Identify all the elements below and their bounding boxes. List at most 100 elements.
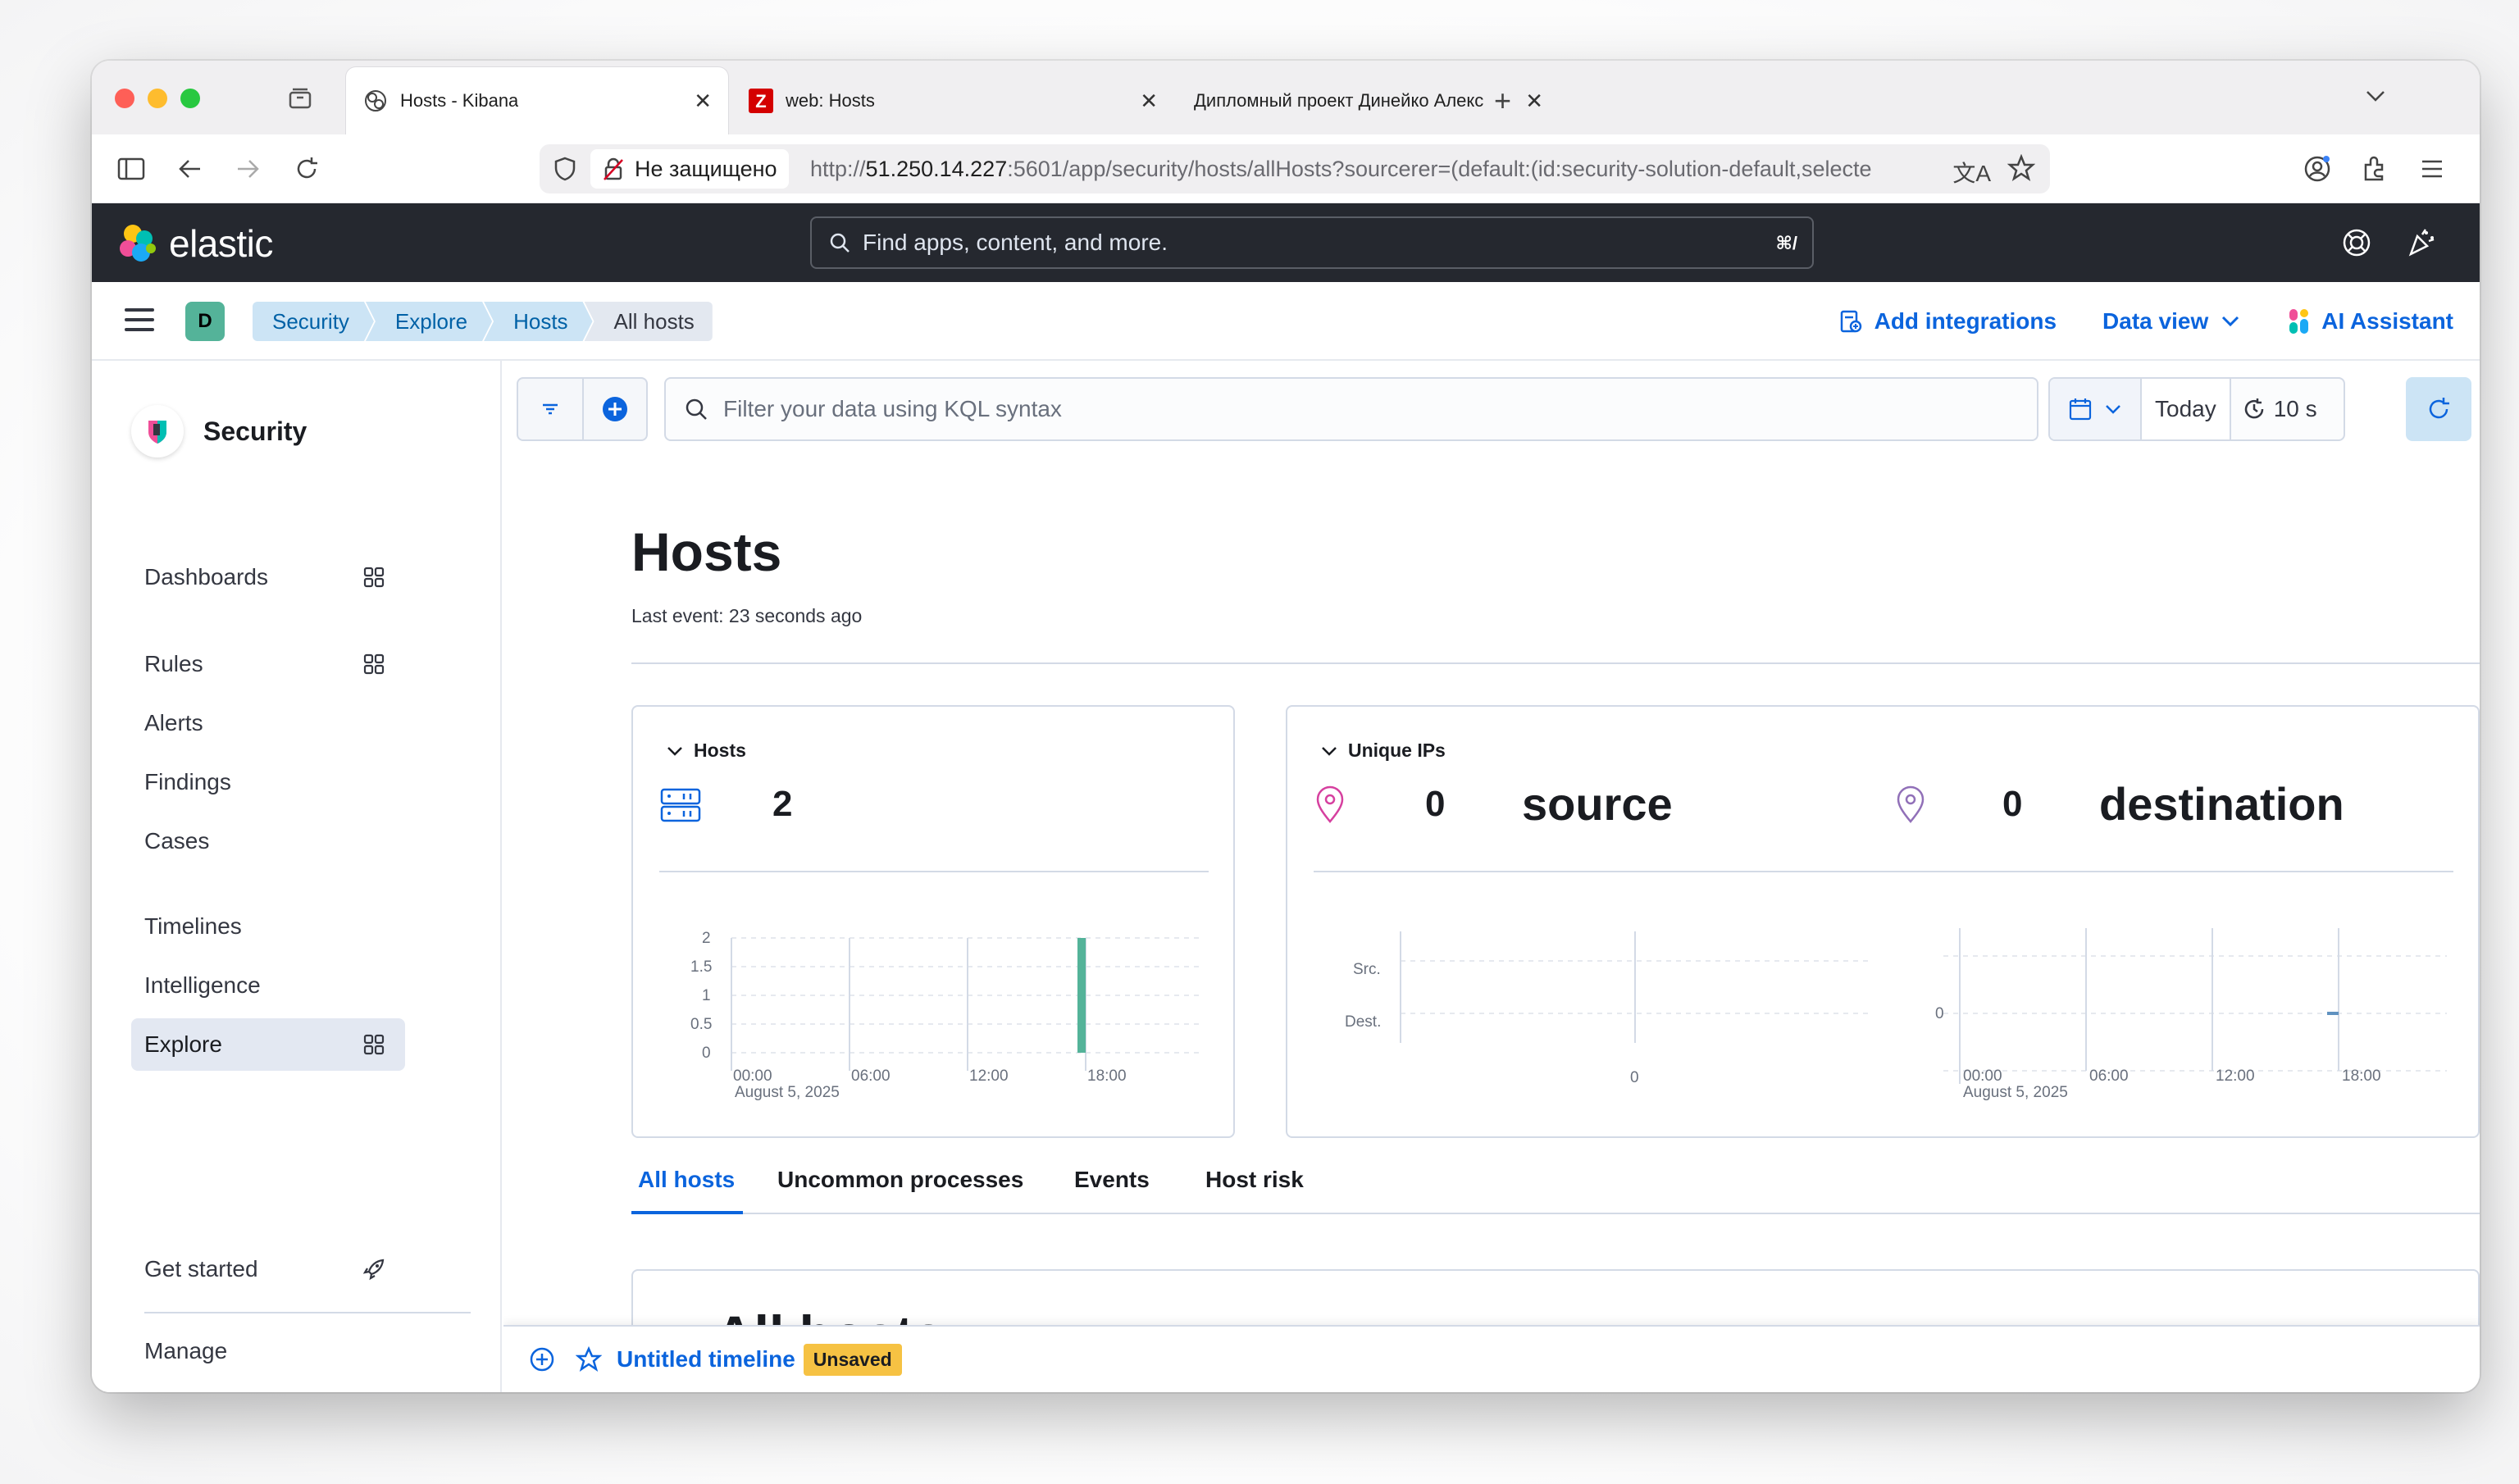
- sidebar-item-label: Manage: [144, 1338, 228, 1363]
- hosts-count: 2: [772, 784, 793, 824]
- breadcrumb-hosts[interactable]: Hosts: [484, 302, 592, 341]
- sidebar-item-manage[interactable]: Manage: [131, 1325, 405, 1377]
- main-menu-icon[interactable]: [125, 308, 154, 333]
- data-view-dropdown[interactable]: Data view: [2102, 308, 2241, 335]
- page-title: Hosts: [631, 521, 782, 582]
- sidebar-item-rules[interactable]: Rules: [131, 638, 405, 690]
- source-ip-count: 0: [1425, 784, 1446, 824]
- x-tick-label: 06:00: [2089, 1067, 2129, 1085]
- tab-web-hosts[interactable]: Z web: Hosts ✕: [731, 67, 1174, 134]
- maximize-window-button[interactable]: [180, 89, 200, 108]
- connection-not-secure-badge[interactable]: Не защищено: [590, 149, 789, 189]
- sidebar-item-label: Dashboards: [144, 564, 268, 590]
- chevron-down-icon: [667, 746, 682, 756]
- sidebar-item-cases[interactable]: Cases: [131, 815, 405, 867]
- tab-overview-icon[interactable]: [287, 85, 313, 112]
- timeline-title-link[interactable]: Untitled timeline: [617, 1346, 795, 1372]
- insecure-lock-icon: [604, 157, 623, 180]
- elastic-logo[interactable]: elastic: [116, 221, 273, 266]
- new-tab-icon[interactable]: +: [1494, 84, 1511, 118]
- address-bar[interactable]: Не защищено http://51.250.14.227:5601/ap…: [540, 144, 2050, 193]
- grid-panel-icon[interactable]: [362, 1033, 385, 1056]
- close-tab-icon[interactable]: ✕: [694, 89, 712, 114]
- forward-arrow-icon[interactable]: [233, 154, 262, 184]
- refresh-button[interactable]: [2406, 377, 2471, 441]
- hosts-bar: [1077, 938, 1086, 1053]
- global-search-input[interactable]: Find apps, content, and more. ⌘/: [810, 216, 1814, 269]
- back-arrow-icon[interactable]: [175, 154, 205, 184]
- tab-host-risk[interactable]: Host risk: [1205, 1167, 1304, 1193]
- close-tab-icon[interactable]: ✕: [1140, 89, 1158, 114]
- sidebar-divider: [144, 1312, 471, 1313]
- sidebar-item-alerts[interactable]: Alerts: [131, 697, 405, 749]
- x-tick-label: 00:00: [1963, 1067, 2002, 1085]
- hosts-panel-title: Hosts: [694, 740, 746, 761]
- chevron-down-icon: [2106, 405, 2120, 414]
- url-path: :5601/app/security/hosts/allHosts?source…: [1007, 157, 1872, 181]
- shield-icon[interactable]: [553, 156, 577, 186]
- account-icon[interactable]: [2303, 154, 2332, 184]
- help-icon[interactable]: [2340, 226, 2373, 259]
- tab-uncommon-processes[interactable]: Uncommon processes: [777, 1167, 1023, 1193]
- hosts-panel-toggle[interactable]: Hosts: [666, 740, 746, 762]
- date-range-button[interactable]: Today: [2142, 379, 2231, 439]
- quick-date-menu-button[interactable]: [2050, 379, 2142, 439]
- space-avatar[interactable]: D: [185, 302, 225, 341]
- sidebar-item-dashboards[interactable]: Dashboards: [131, 551, 405, 603]
- x-tick-label: 18:00: [1087, 1067, 1127, 1085]
- browser-window: Hosts - Kibana ✕ Z web: Hosts ✕ Дипломны…: [92, 61, 2480, 1392]
- tab-events[interactable]: Events: [1074, 1167, 1150, 1193]
- query-bar: Filter your data using KQL syntax Today …: [517, 377, 2471, 444]
- refresh-interval-label: 10 s: [2273, 396, 2317, 421]
- add-integrations-label: Add integrations: [1874, 308, 2057, 334]
- timeline-bottom-bar: Untitled timeline Unsaved: [503, 1325, 2480, 1392]
- breadcrumb-security[interactable]: Security: [253, 302, 374, 341]
- news-feed-icon[interactable]: [2404, 226, 2437, 259]
- ai-assistant-button[interactable]: AI Assistant: [2287, 307, 2453, 335]
- security-logo-icon: [131, 405, 184, 457]
- tab-list-chevron-icon[interactable]: [2363, 84, 2388, 112]
- browser-tab-bar: Hosts - Kibana ✕ Z web: Hosts ✕ Дипломны…: [92, 61, 2480, 134]
- y-tick-label: 0: [702, 1045, 711, 1062]
- reload-icon[interactable]: [292, 154, 321, 184]
- extensions-icon[interactable]: [2360, 154, 2389, 184]
- refresh-interval-button[interactable]: 10 s: [2231, 396, 2329, 422]
- grid-panel-icon[interactable]: [362, 653, 385, 676]
- kibana-header: elastic Find apps, content, and more. ⌘/: [92, 203, 2480, 282]
- title-divider: [631, 662, 2480, 664]
- grid-panel-icon[interactable]: [362, 566, 385, 589]
- unique-ips-panel-toggle[interactable]: Unique IPs: [1320, 740, 1446, 762]
- tab-hosts-kibana[interactable]: Hosts - Kibana ✕: [346, 67, 728, 134]
- favorite-star-icon[interactable]: [576, 1346, 602, 1372]
- sidebar-item-timelines[interactable]: Timelines: [131, 900, 405, 953]
- not-secure-label: Не защищено: [635, 156, 777, 181]
- filter-menu-icon[interactable]: [518, 379, 582, 439]
- sidebar-item-intelligence[interactable]: Intelligence: [131, 959, 405, 1012]
- bookmark-star-icon[interactable]: [2007, 153, 2036, 186]
- tab-all-hosts[interactable]: All hosts: [638, 1167, 735, 1193]
- add-integrations-button[interactable]: Add integrations: [1838, 308, 2057, 335]
- destination-label: destination: [2099, 778, 2344, 830]
- sidebar-toggle-icon[interactable]: [116, 154, 146, 184]
- browser-toolbar: Не защищено http://51.250.14.227:5601/ap…: [92, 134, 2480, 203]
- add-filter-icon[interactable]: [581, 379, 646, 439]
- add-timeline-icon[interactable]: [528, 1345, 556, 1373]
- close-tab-icon[interactable]: ✕: [1525, 89, 1543, 114]
- breadcrumb-explore[interactable]: Explore: [366, 302, 492, 341]
- x-date-label: August 5, 2025: [735, 1084, 840, 1101]
- minimize-window-button[interactable]: [148, 89, 167, 108]
- elastic-logo-text: elastic: [169, 222, 273, 265]
- sidebar-item-get-started[interactable]: Get started: [131, 1243, 405, 1295]
- sidebar-header[interactable]: Security: [131, 405, 307, 457]
- kql-search-input[interactable]: Filter your data using KQL syntax: [664, 377, 2038, 441]
- sidebar-item-explore[interactable]: Explore: [131, 1018, 405, 1071]
- sidebar-item-findings[interactable]: Findings: [131, 756, 405, 808]
- auto-refresh-icon: [2244, 398, 2263, 419]
- translate-icon[interactable]: 文A: [1952, 156, 1991, 189]
- source-label: source: [1522, 778, 1673, 830]
- app-menu-icon[interactable]: [2417, 154, 2447, 184]
- hosts-server-icon: [659, 787, 702, 827]
- close-window-button[interactable]: [115, 89, 134, 108]
- url-text[interactable]: http://51.250.14.227:5601/app/security/h…: [810, 157, 1958, 182]
- security-sidebar: Security Dashboards Rules Alerts Finding…: [92, 361, 502, 1392]
